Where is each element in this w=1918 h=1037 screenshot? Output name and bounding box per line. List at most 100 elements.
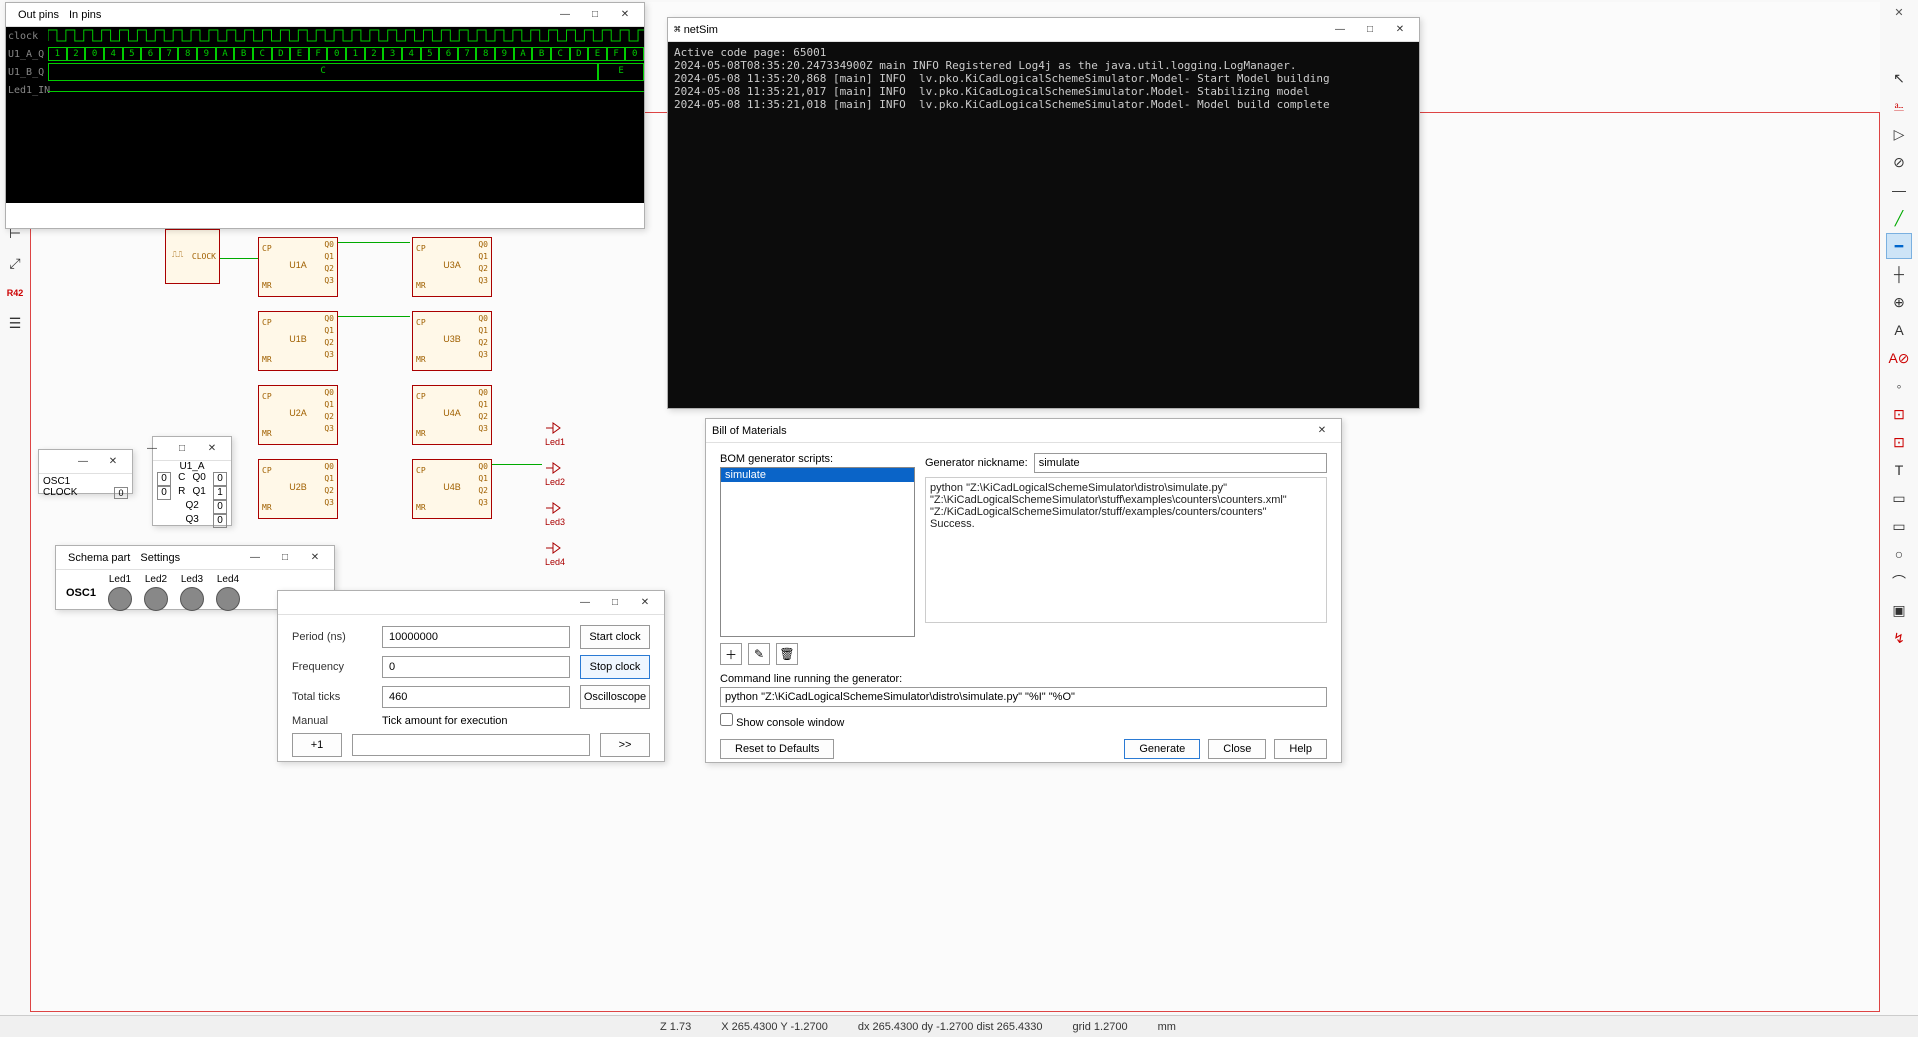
tool-circle[interactable]: ○ [1886,541,1912,567]
hex-cell: F [309,47,328,61]
hex-cell: 2 [67,47,86,61]
wire [220,258,258,259]
reset-defaults-button[interactable]: Reset to Defaults [720,739,834,759]
minimize-icon[interactable]: — [139,439,165,459]
nickname-input[interactable] [1034,453,1327,473]
oscilloscope-view[interactable]: clock U1_A_Q U1_B_Q Led1_IN 120456789ABC… [6,27,644,203]
maximize-icon[interactable]: □ [272,548,298,568]
minimize-icon[interactable]: — [242,548,268,568]
run-ticks-button[interactable]: >> [600,733,650,757]
close-icon[interactable]: ✕ [1387,20,1413,40]
chip-u4b[interactable]: U4BCPMRQ0Q1Q2Q3 [412,459,492,519]
minimize-icon[interactable]: — [1327,20,1353,40]
show-console-checkbox[interactable]: Show console window [720,717,844,729]
help-button[interactable]: Help [1274,739,1327,759]
osc1-symbol[interactable]: OSC1 ⎍⎍ CLOCK [165,229,220,284]
tab-settings[interactable]: Settings [140,552,180,564]
period-input[interactable] [382,626,570,648]
hex-cell: 4 [402,47,421,61]
tool-select[interactable]: ↖ [1886,65,1912,91]
tool-place-symbol[interactable]: ▷ [1886,121,1912,147]
right-toolbar: ↖ ⎁ ▷ ⊘ — ╱ ━ ┼ ⊕ A A⊘ ◦ ⊡ ⊡ T ▭ ▭ ○ ⌒ ▣… [1886,65,1916,651]
tool-panel[interactable]: ☰ [2,310,28,336]
close-icon[interactable]: ✕ [302,548,328,568]
led4-symbol: Led4 [545,542,565,567]
minimize-icon[interactable]: — [70,452,96,472]
tool-sheet[interactable]: ⊡ [1886,401,1912,427]
chip-u4a[interactable]: U4ACPMRQ0Q1Q2Q3 [412,385,492,445]
tool-measure[interactable]: ⤢ [2,250,28,276]
chip-u2b[interactable]: U2BCPMRQ0Q1Q2Q3 [258,459,338,519]
tool-ref-designator[interactable]: R42 [2,280,28,306]
hex-cell: E [588,47,607,61]
generate-button[interactable]: Generate [1124,739,1200,759]
hex-cell: 0 [85,47,104,61]
tool-busentry[interactable]: ┼ [1886,261,1912,287]
tick-amount-input[interactable] [352,734,590,756]
chip-u1a[interactable]: U1ACPMRQ0Q1Q2Q3 [258,237,338,297]
tool-text[interactable]: T [1886,457,1912,483]
tool-no-connect[interactable]: ⊘ [1886,149,1912,175]
tool-delete[interactable]: ↯ [1886,625,1912,651]
close-icon[interactable]: ✕ [1309,421,1335,441]
plus-one-button[interactable]: +1 [292,733,342,757]
close-icon[interactable]: ✕ [100,452,126,472]
tool-bus[interactable]: ━ [1886,233,1912,259]
stop-clock-button[interactable]: Stop clock [580,655,650,679]
bom-script-item[interactable]: simulate [721,468,914,482]
close-button[interactable]: Close [1208,739,1266,759]
status-unit[interactable]: mm [1158,1021,1176,1033]
maximize-icon[interactable]: □ [1357,20,1383,40]
wire [338,316,410,317]
led3-label: Led3 [181,574,203,585]
cmdline-label: Command line running the generator: [720,673,1327,685]
hex-cell: 9 [495,47,514,61]
delete-script-button[interactable]: 🗑 [776,643,798,665]
tool-arc[interactable]: ⌒ [1886,569,1912,595]
bom-dialog: Bill of Materials ✕ BOM generator script… [705,418,1342,763]
tool-highlight[interactable]: ⎁ [1886,93,1912,119]
hex-cell: 0 [625,47,644,61]
cmdline-input[interactable] [720,687,1327,707]
chip-u1b[interactable]: U1BCPMRQ0Q1Q2Q3 [258,311,338,371]
tool-globallabel[interactable]: A [1886,317,1912,343]
close-icon[interactable]: ✕ [199,439,225,459]
signal-label-clock: clock [6,31,48,49]
u1a-popup: — □ ✕ U1_A 0CQ00 0RQ11 Q20 Q30 [152,436,232,526]
tab-schema-part[interactable]: Schema part [68,552,130,564]
hex-cell: C [551,47,570,61]
minimize-icon[interactable]: — [552,5,578,25]
maximize-icon[interactable]: □ [602,593,628,613]
maximize-icon[interactable]: □ [169,439,195,459]
bom-scripts-listbox[interactable]: simulate [720,467,915,637]
osc1-clock-value: 0 [114,487,128,499]
app-close[interactable]: ✕ [1884,2,1914,22]
frequency-label: Frequency [292,661,372,673]
tool-power[interactable]: ◦ [1886,373,1912,399]
add-script-button[interactable]: ＋ [720,643,742,665]
tool-image[interactable]: ▣ [1886,597,1912,623]
chip-u3a[interactable]: U3ACPMRQ0Q1Q2Q3 [412,237,492,297]
clock-trace [48,27,644,45]
tool-wire[interactable]: ╱ [1886,205,1912,231]
tool-junction[interactable]: — [1886,177,1912,203]
close-icon[interactable]: ✕ [632,593,658,613]
tab-out-pins[interactable]: Out pins [18,9,59,21]
tool-rect2[interactable]: ▭ [1886,513,1912,539]
start-clock-button[interactable]: Start clock [580,625,650,649]
tool-rect[interactable]: ▭ [1886,485,1912,511]
console-output[interactable]: Active code page: 65001 2024-05-08T08:35… [668,42,1419,408]
close-icon[interactable]: ✕ [612,5,638,25]
edit-script-button[interactable]: ✎ [748,643,770,665]
frequency-input[interactable] [382,656,570,678]
tab-in-pins[interactable]: In pins [69,9,101,21]
chip-u3b[interactable]: U3BCPMRQ0Q1Q2Q3 [412,311,492,371]
tool-sheetpin[interactable]: ⊡ [1886,429,1912,455]
maximize-icon[interactable]: □ [582,5,608,25]
tool-netlabel[interactable]: ⊕ [1886,289,1912,315]
chip-u2a[interactable]: U2ACPMRQ0Q1Q2Q3 [258,385,338,445]
total-ticks-input[interactable] [382,686,570,708]
tool-hierlabel[interactable]: A⊘ [1886,345,1912,371]
minimize-icon[interactable]: — [572,593,598,613]
oscilloscope-button[interactable]: Oscilloscope [580,685,650,709]
